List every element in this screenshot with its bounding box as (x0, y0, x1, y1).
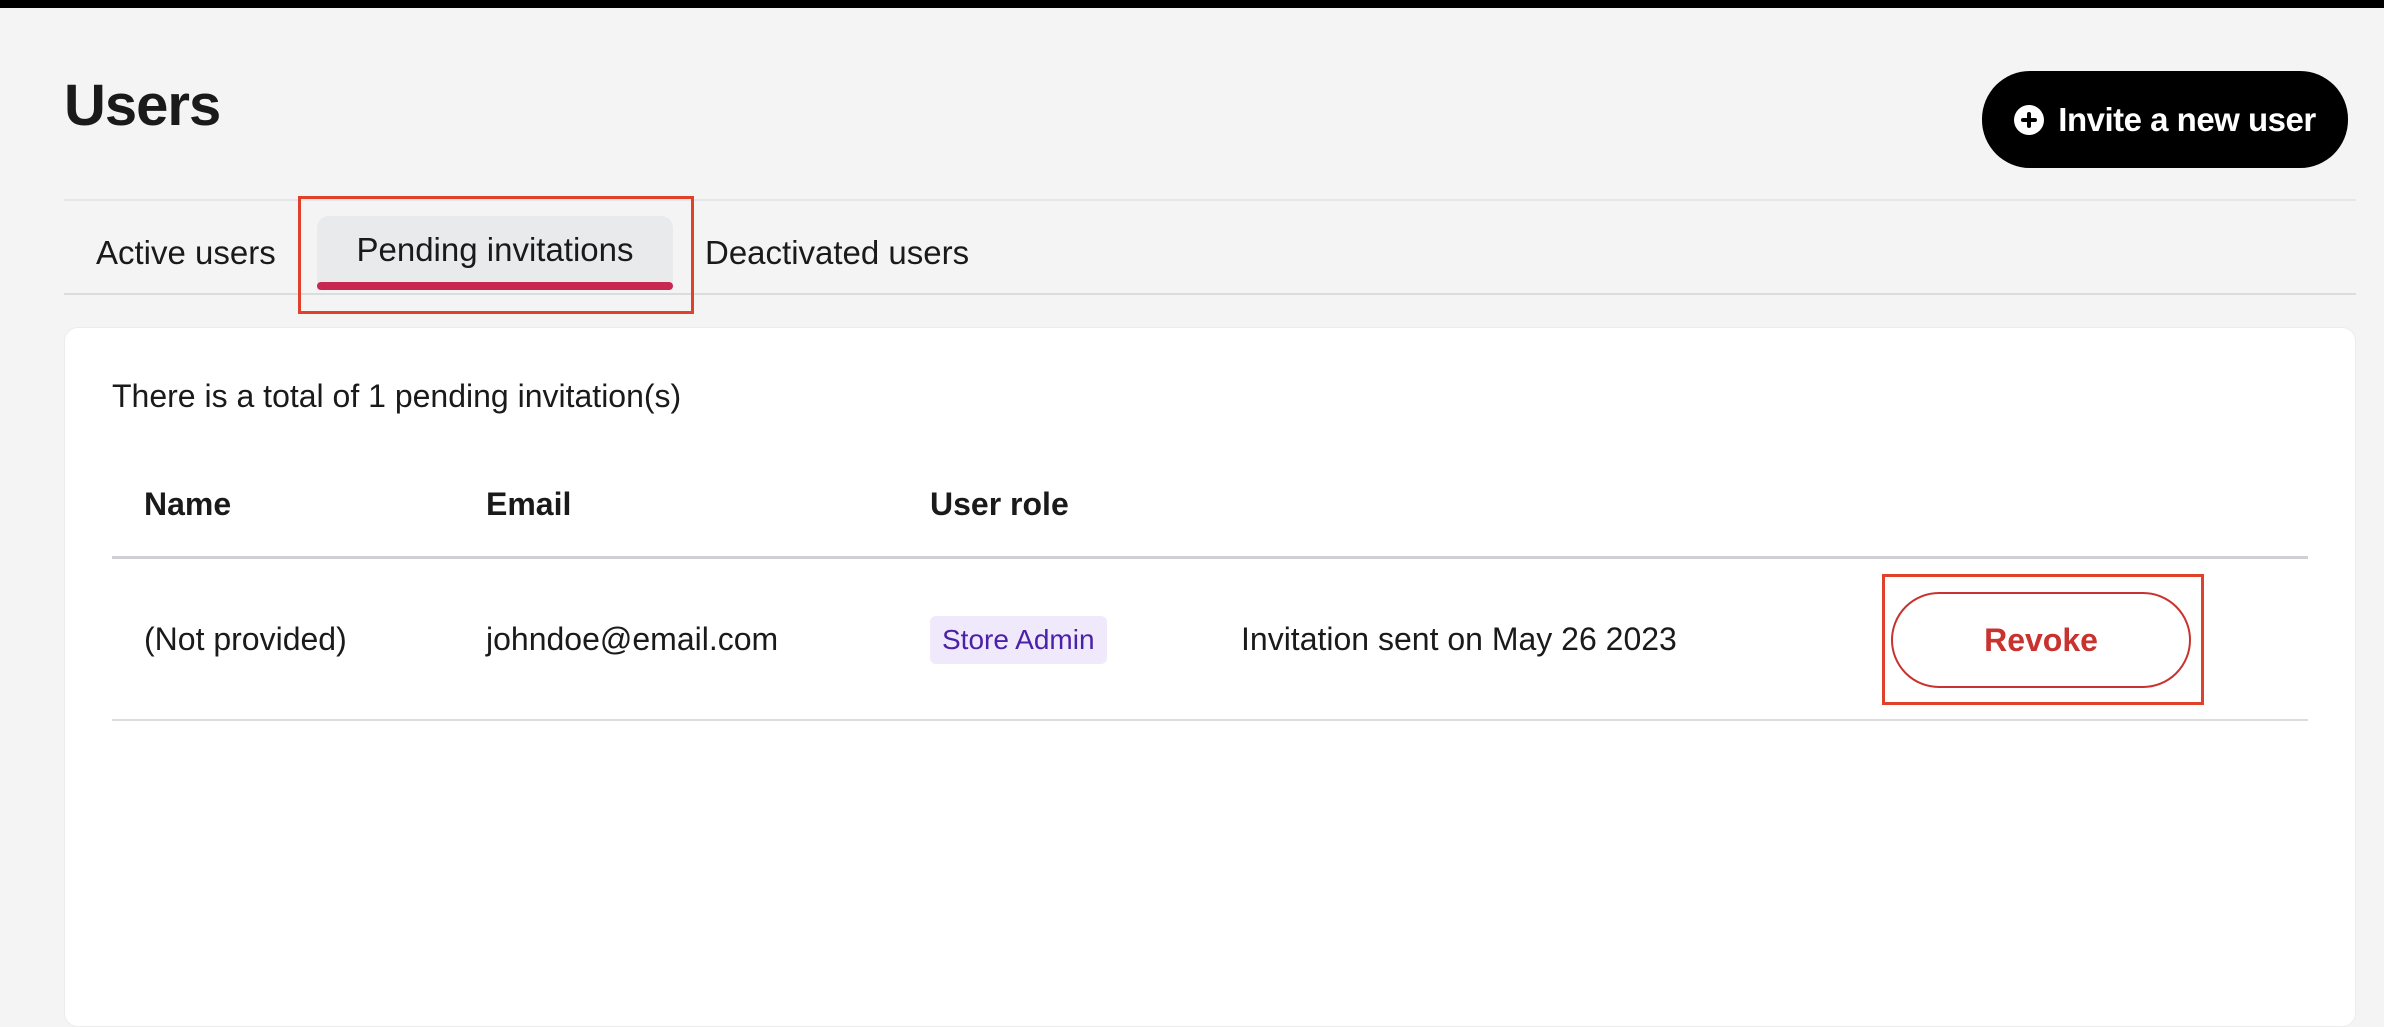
invitee-name: (Not provided) (144, 621, 347, 657)
tab-active-users[interactable]: Active users (96, 234, 276, 272)
revoke-button[interactable]: Revoke (1891, 592, 2191, 688)
column-header-user-role: User role (930, 486, 1069, 522)
invitee-email: johndoe@email.com (486, 621, 779, 657)
invite-button-label: Invite a new user (2058, 100, 2316, 138)
column-header-email: Email (486, 486, 572, 522)
tabs-divider (64, 293, 2356, 295)
tab-deactivated-users[interactable]: Deactivated users (705, 234, 969, 272)
plus-circle-icon (2014, 104, 2045, 135)
invitation-sent-date: Invitation sent on May 26 2023 (1241, 621, 1677, 657)
table-header-divider (112, 556, 2308, 559)
row-divider (112, 719, 2308, 721)
tab-pending-invitations[interactable]: Pending invitations (317, 216, 673, 290)
top-bar (0, 0, 2384, 8)
header-divider (64, 199, 2356, 201)
pending-summary: There is a total of 1 pending invitation… (112, 378, 682, 414)
column-header-name: Name (144, 486, 232, 522)
role-badge: Store Admin (930, 616, 1107, 664)
tab-pending-label: Pending invitations (356, 231, 634, 268)
invite-user-button[interactable]: Invite a new user (1982, 71, 2348, 168)
page-title: Users (64, 73, 221, 138)
active-tab-indicator (317, 282, 673, 290)
